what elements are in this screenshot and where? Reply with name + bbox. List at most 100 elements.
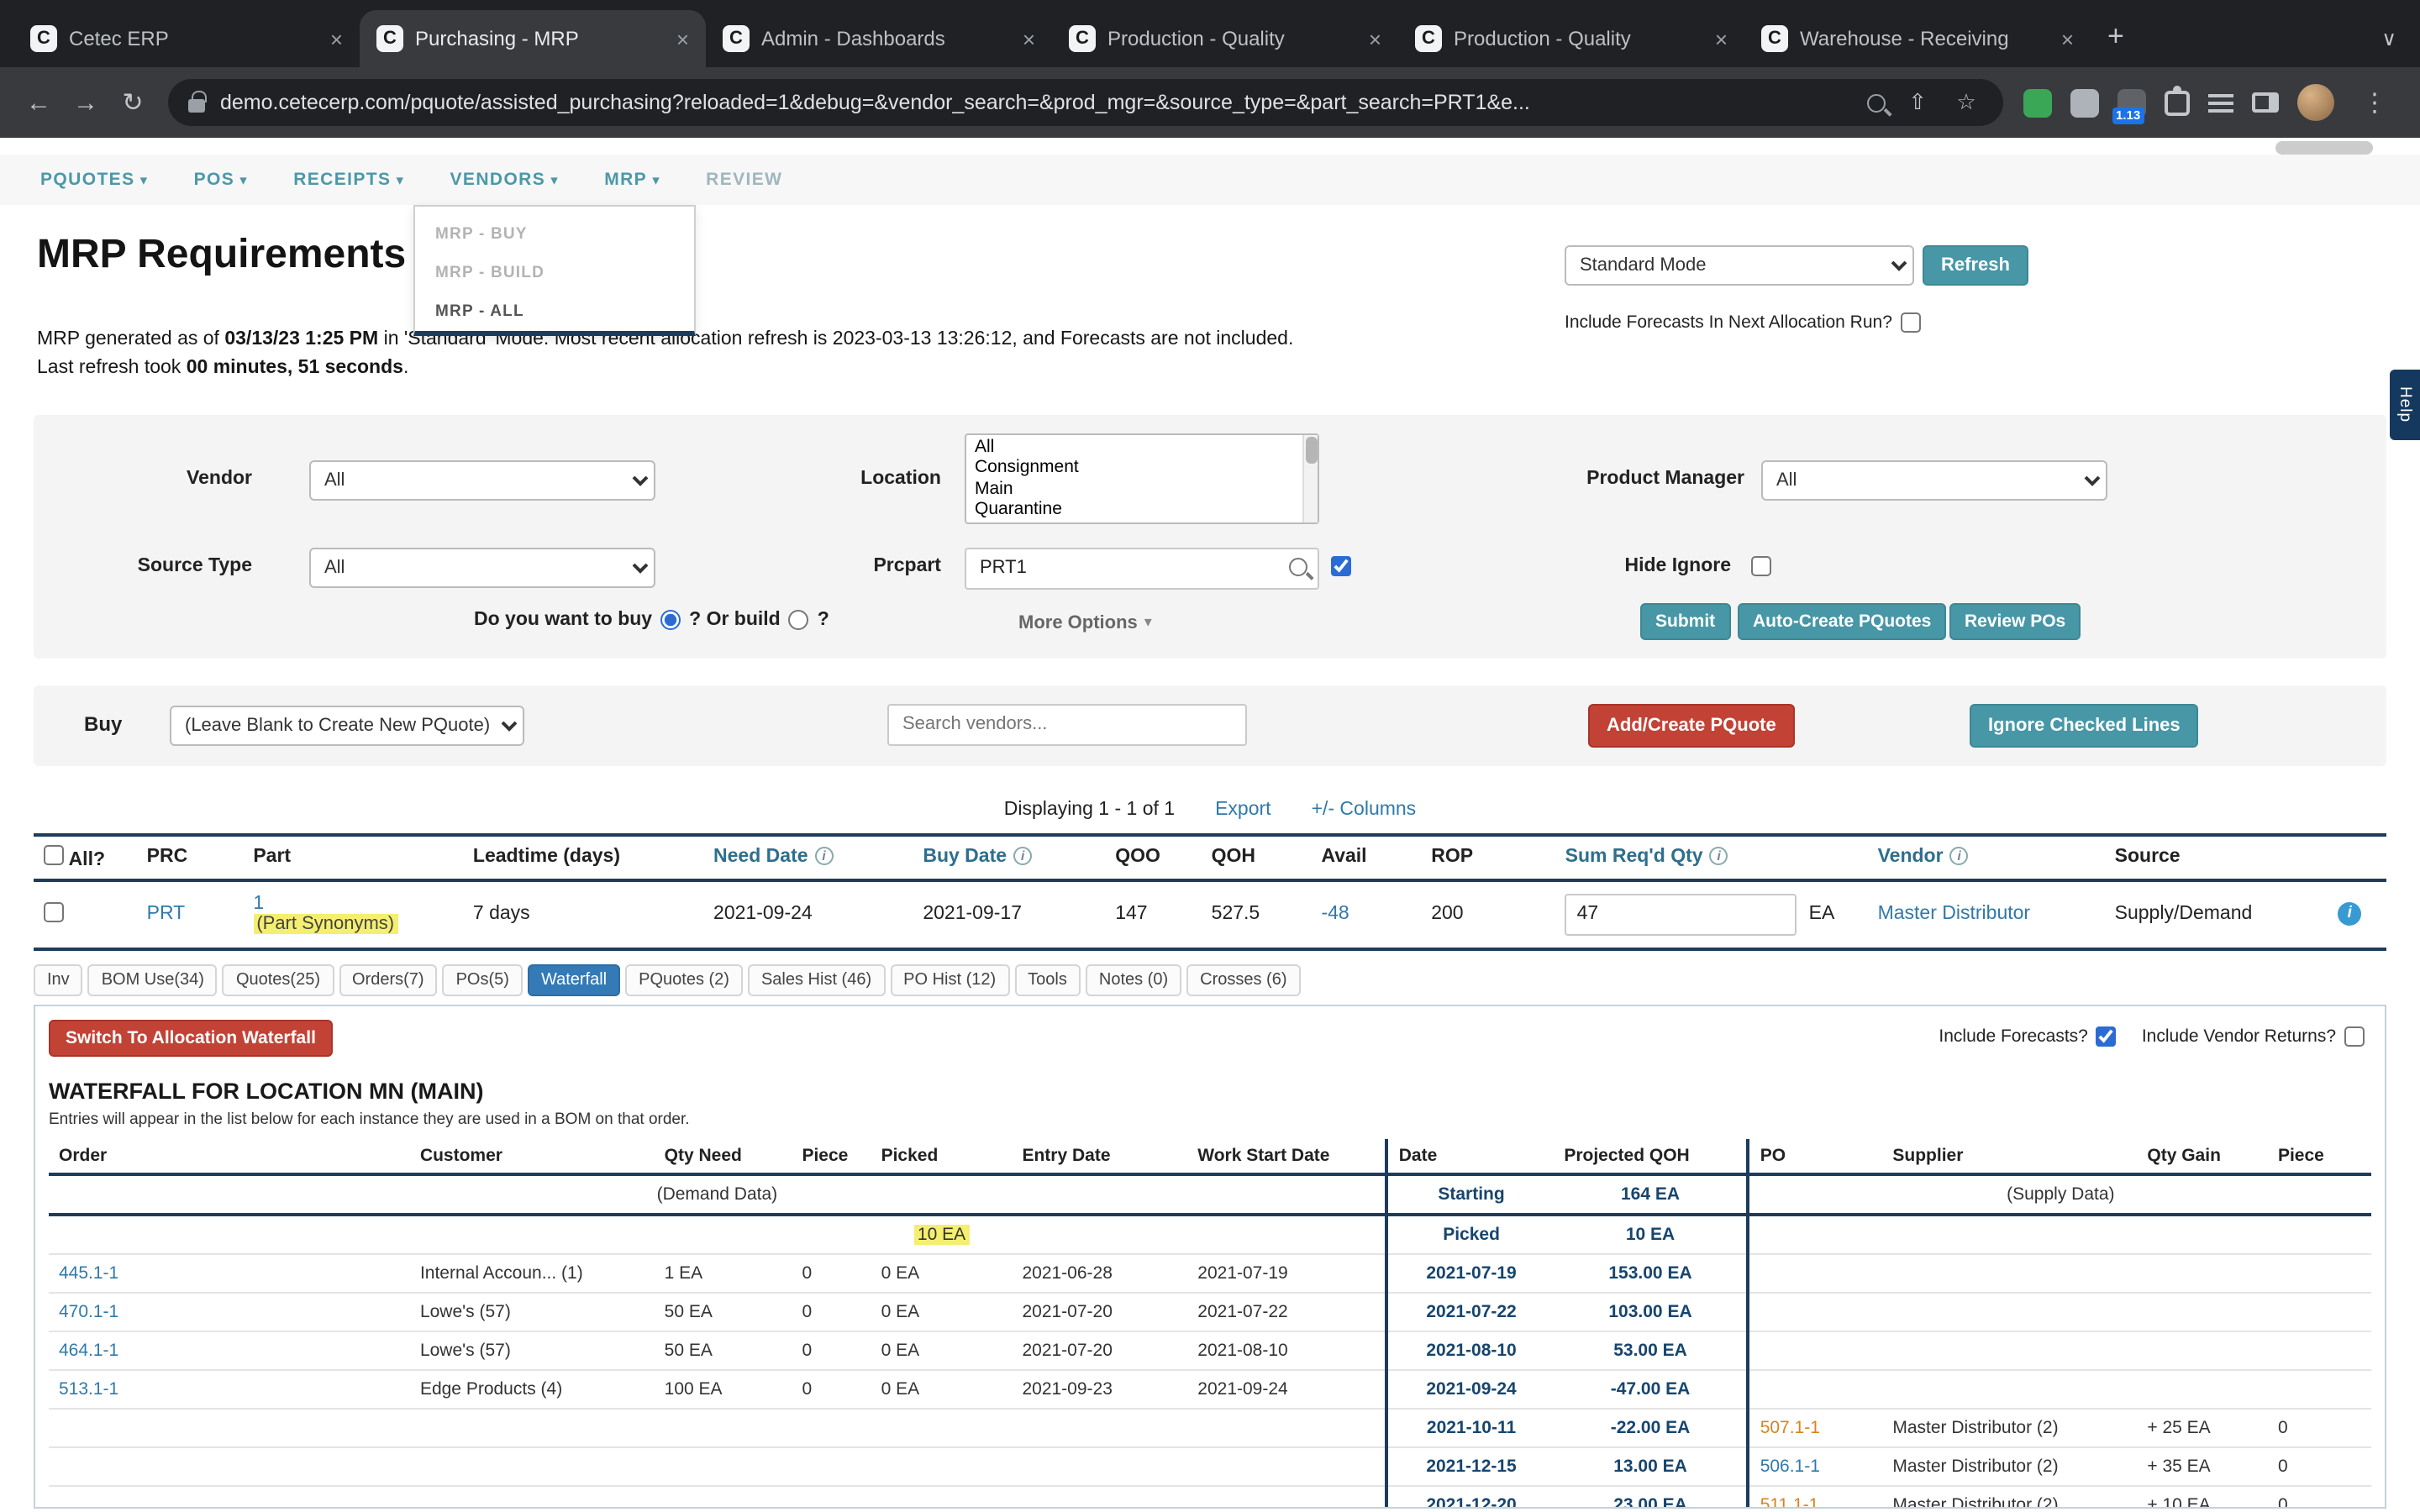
add-create-pquote-button[interactable]: Add/Create PQuote — [1588, 703, 1795, 747]
part-link[interactable]: 1 — [253, 894, 264, 914]
prcpart-input[interactable] — [965, 547, 1319, 589]
menu-kebab-icon[interactable]: ⋮ — [2353, 87, 2396, 118]
part-subtab[interactable]: POs(5) — [443, 963, 523, 995]
need-date-header-cell[interactable]: Need Datei — [703, 834, 913, 879]
nav-item-receipts[interactable]: RECEIPTS ▾ — [293, 170, 404, 190]
location-option[interactable]: Quarantine — [966, 500, 1318, 521]
po-link[interactable]: 507.1-1 — [1760, 1417, 1820, 1437]
part-subtab[interactable]: Inv — [34, 963, 83, 995]
product-manager-select[interactable]: All — [1761, 459, 2107, 500]
part-subtab[interactable]: Crosses (6) — [1186, 963, 1300, 995]
part-subtab[interactable]: Quotes(25) — [223, 963, 334, 995]
po-link[interactable]: 511.1-1 — [1760, 1494, 1819, 1508]
location-option[interactable]: Consignment — [966, 457, 1318, 478]
part-subtab[interactable]: PQuotes (2) — [625, 963, 743, 995]
profile-avatar[interactable] — [2297, 84, 2334, 121]
part-subtab[interactable]: Tools — [1014, 963, 1081, 995]
buy-radio[interactable] — [660, 609, 681, 629]
prcpart-search-icon[interactable] — [1289, 557, 1307, 575]
extensions-puzzle-icon[interactable] — [2165, 90, 2190, 115]
bookmark-star-icon[interactable]: ☆ — [1949, 89, 1983, 116]
location-option[interactable]: All — [966, 436, 1318, 457]
tab-close-icon[interactable]: × — [1362, 24, 1388, 53]
side-panel-icon[interactable] — [2252, 92, 2279, 113]
order-link[interactable]: 470.1-1 — [59, 1301, 118, 1321]
tab-close-icon[interactable]: × — [324, 24, 350, 53]
build-radio[interactable] — [789, 609, 809, 629]
order-link[interactable]: 445.1-1 — [59, 1263, 118, 1283]
columns-link[interactable]: +/- Columns — [1312, 799, 1417, 819]
nav-item-vendors[interactable]: VENDORS ▾ — [450, 170, 560, 190]
new-tab-button[interactable]: + — [2091, 20, 2141, 67]
mrp-menu-item[interactable]: MRP - BUILD — [415, 254, 694, 292]
review-pos-button[interactable]: Review POs — [1949, 602, 2081, 639]
part-subtab[interactable]: Notes (0) — [1086, 963, 1181, 995]
source-type-select[interactable]: All — [309, 547, 655, 587]
part-subtab[interactable]: BOM Use(34) — [88, 963, 218, 995]
reload-icon[interactable]: ↻ — [111, 87, 155, 118]
select-all-checkbox[interactable] — [44, 844, 64, 864]
prcpart-exact-checkbox[interactable] — [1331, 555, 1351, 575]
export-link[interactable]: Export — [1215, 799, 1271, 819]
share-icon[interactable]: ⇧ — [1901, 89, 1934, 116]
hide-ignore-checkbox[interactable] — [1751, 555, 1771, 575]
address-bar[interactable]: demo.cetecerp.com/pquote/assisted_purcha… — [168, 79, 2003, 126]
po-link[interactable]: 506.1-1 — [1760, 1456, 1820, 1476]
browser-tab[interactable]: CAdmin - Dashboards× — [706, 10, 1052, 67]
extension-icon[interactable] — [2023, 88, 2052, 117]
refresh-button[interactable]: Refresh — [1923, 245, 2028, 286]
mrp-menu-item[interactable]: MRP - ALL — [415, 292, 694, 331]
browser-tab[interactable]: CCetec ERP× — [13, 10, 360, 67]
buy-date-header-cell[interactable]: Buy Datei — [913, 834, 1105, 879]
vendor-link[interactable]: Master Distributor — [1878, 904, 2031, 924]
vendor-search-input[interactable] — [887, 703, 1247, 745]
nav-item-pquotes[interactable]: PQUOTES ▾ — [40, 170, 149, 190]
sum-req-qty-header-cell[interactable]: Sum Req'd Qtyi — [1555, 834, 1868, 879]
part-subtab[interactable]: Waterfall — [528, 963, 620, 995]
include-vendor-returns-checkbox[interactable] — [2344, 1026, 2365, 1046]
forecast-toggle-checkbox[interactable] — [1901, 312, 1921, 333]
vendor-header-cell[interactable]: Vendori — [1868, 834, 2105, 879]
part-subtab[interactable]: Orders(7) — [339, 963, 438, 995]
tab-search-icon[interactable]: ∨ — [2358, 27, 2420, 67]
tab-close-icon[interactable]: × — [1016, 24, 1042, 53]
sum-req-qty-input[interactable] — [1565, 893, 1797, 935]
tab-close-icon[interactable]: × — [670, 24, 696, 53]
browser-tab[interactable]: CWarehouse - Receiving× — [1744, 10, 2091, 67]
extension-icon[interactable] — [2070, 88, 2099, 117]
page-scrollbar-thumb[interactable] — [2275, 141, 2373, 155]
nav-item-pos[interactable]: POS ▾ — [194, 170, 249, 190]
ignore-checked-lines-button[interactable]: Ignore Checked Lines — [1970, 703, 2199, 747]
location-option[interactable]: Main — [966, 478, 1318, 499]
mode-select[interactable]: Standard Mode — [1565, 245, 1914, 286]
nav-item-mrp[interactable]: MRP ▾ — [604, 170, 660, 190]
part-subtab[interactable]: Sales Hist (46) — [748, 963, 885, 995]
browser-tab[interactable]: CProduction - Quality× — [1052, 10, 1398, 67]
extension-icon[interactable]: 1.13 — [2118, 88, 2146, 117]
tab-close-icon[interactable]: × — [1708, 24, 1734, 53]
back-icon[interactable]: ← — [17, 88, 60, 117]
part-subtab[interactable]: PO Hist (12) — [890, 963, 1009, 995]
lock-icon[interactable] — [188, 99, 205, 113]
switch-to-allocation-waterfall-button[interactable]: Switch To Allocation Waterfall — [49, 1019, 333, 1056]
help-tab[interactable]: Help — [2390, 370, 2420, 440]
mrp-menu-item[interactable]: MRP - BUY — [415, 215, 694, 254]
vendor-select[interactable]: All — [309, 459, 655, 500]
zoom-icon[interactable] — [1867, 93, 1886, 112]
browser-tab[interactable]: CPurchasing - MRP× — [360, 10, 706, 67]
browser-tab[interactable]: CProduction - Quality× — [1398, 10, 1744, 67]
include-forecasts-checkbox[interactable] — [2096, 1026, 2117, 1046]
prc-link[interactable]: PRT — [147, 904, 186, 924]
nav-item-review[interactable]: REVIEW — [706, 170, 782, 190]
more-options[interactable]: More Options ▾ — [1018, 612, 1152, 633]
avail-link[interactable]: -48 — [1321, 904, 1349, 924]
order-link[interactable]: 464.1-1 — [59, 1340, 118, 1360]
forward-icon[interactable]: → — [64, 88, 108, 117]
submit-button[interactable]: Submit — [1640, 602, 1730, 639]
tab-close-icon[interactable]: × — [2054, 24, 2081, 53]
row-info-icon[interactable]: i — [2338, 902, 2361, 926]
reading-list-icon[interactable] — [2208, 93, 2233, 112]
pquote-select[interactable]: (Leave Blank to Create New PQuote) — [170, 705, 524, 745]
location-listbox[interactable]: AllConsignmentMainQuarantine — [965, 433, 1319, 523]
order-link[interactable]: 513.1-1 — [59, 1378, 118, 1399]
